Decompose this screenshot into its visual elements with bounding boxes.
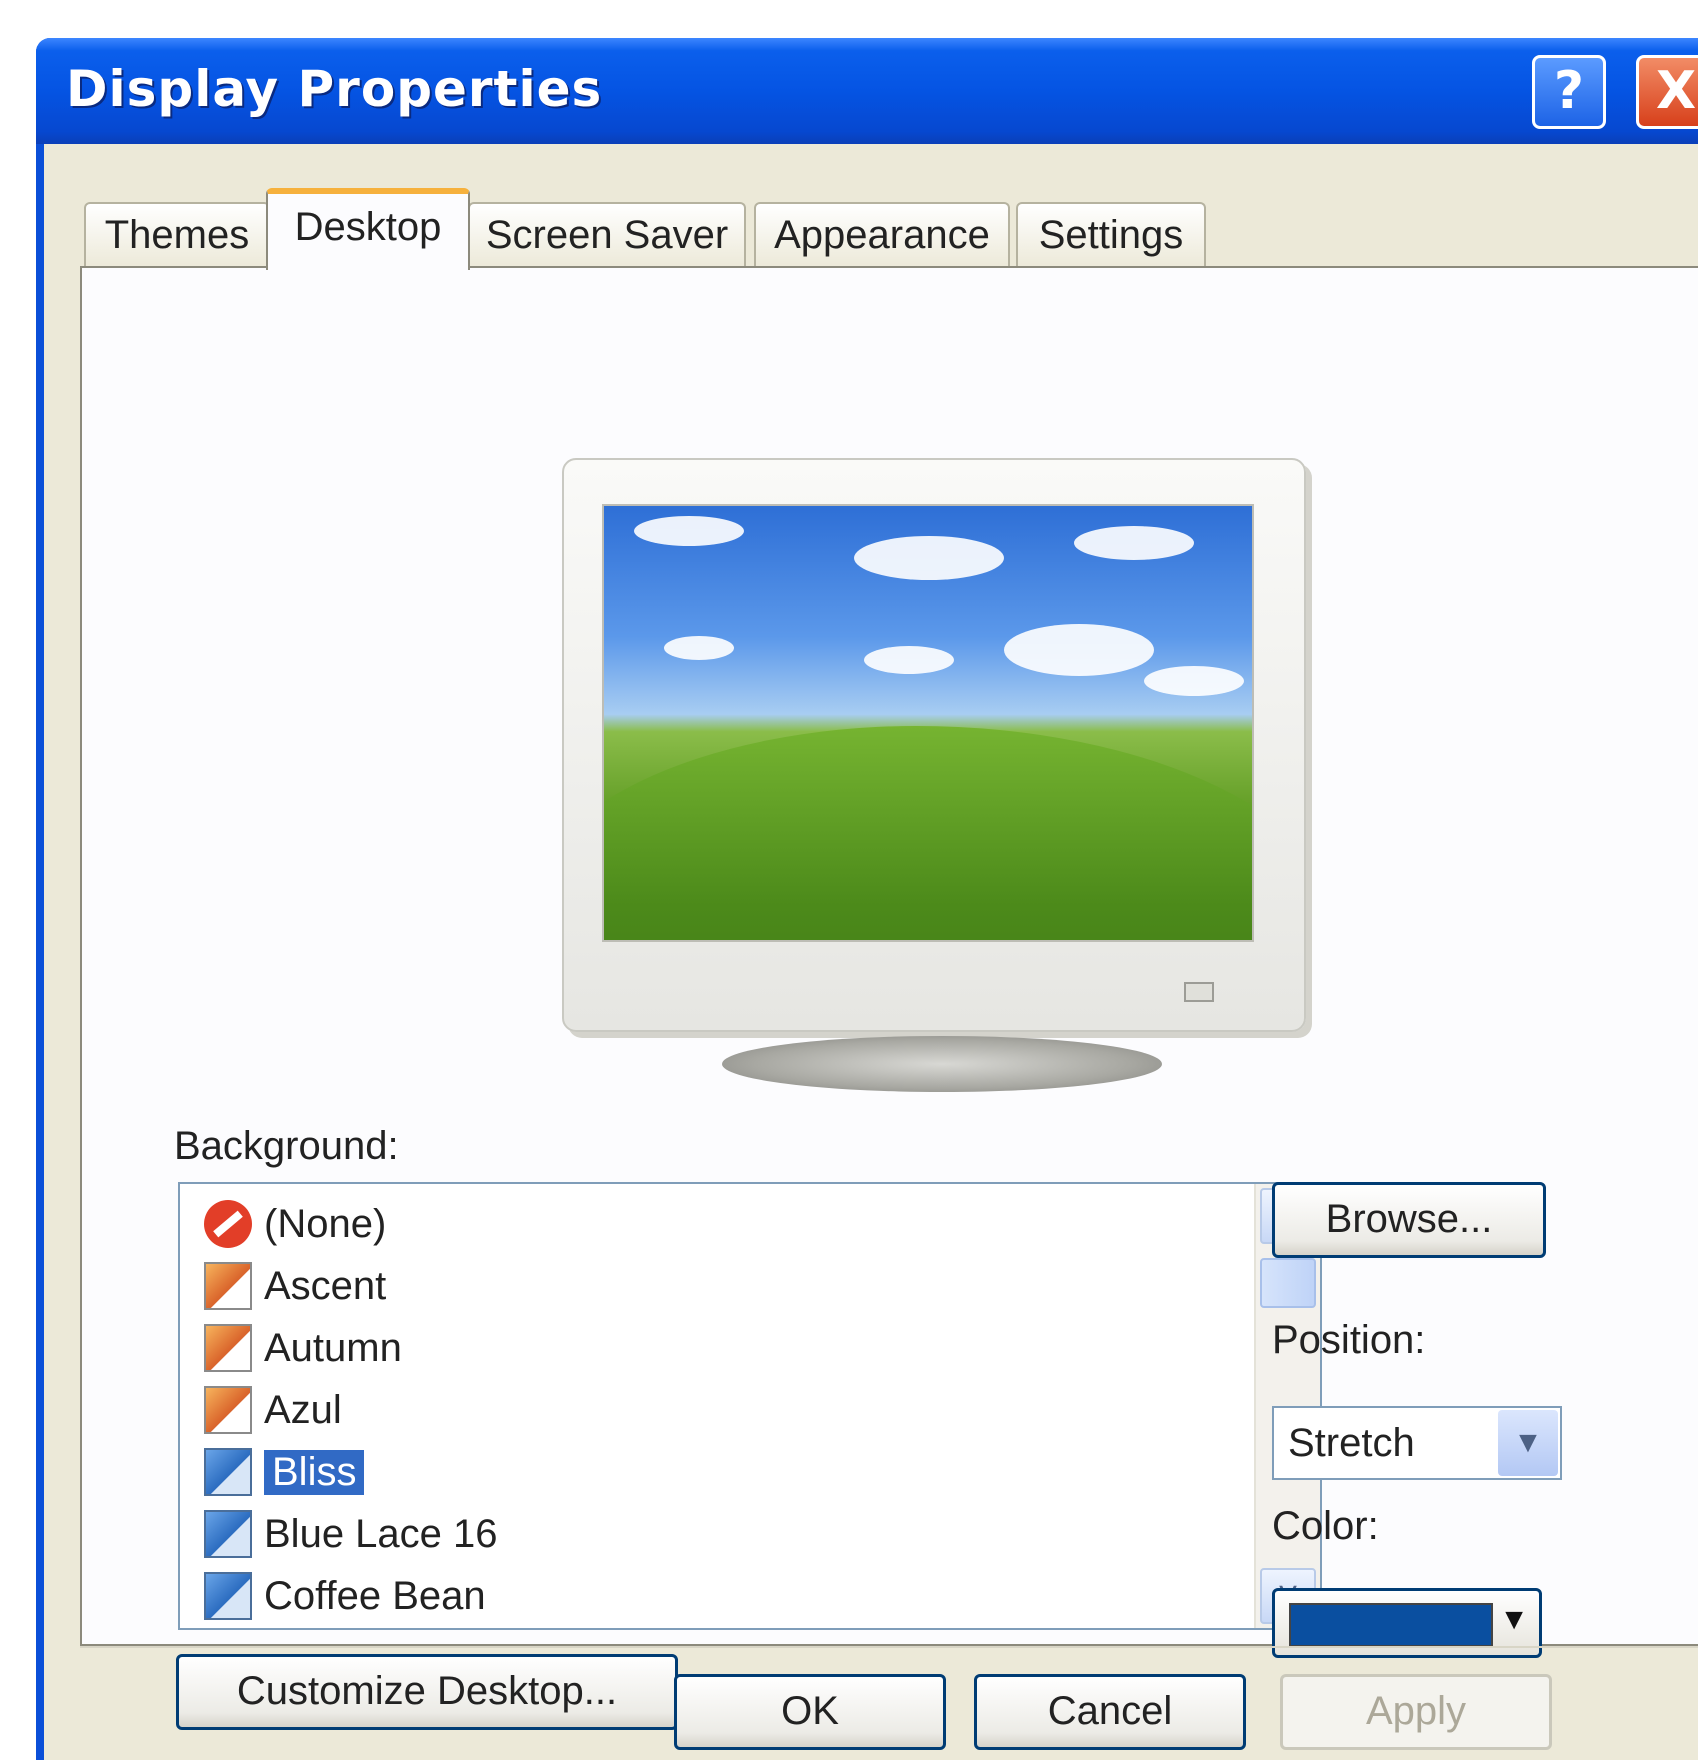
- scroll-thumb[interactable]: [1260, 1258, 1316, 1308]
- jpeg-image-icon: [204, 1324, 252, 1372]
- display-properties-window: Display Properties ? X Themes Desktop Sc…: [36, 38, 1698, 1760]
- jpeg-image-icon: [204, 1262, 252, 1310]
- color-swatch: [1289, 1603, 1493, 1647]
- bitmap-image-icon: [204, 1510, 252, 1558]
- customize-desktop-button[interactable]: Customize Desktop...: [176, 1654, 678, 1730]
- list-item-azul[interactable]: Azul: [204, 1380, 342, 1440]
- tab-desktop[interactable]: Desktop: [266, 188, 470, 270]
- list-item-ascent[interactable]: Ascent: [204, 1256, 386, 1316]
- cancel-button[interactable]: Cancel: [974, 1674, 1246, 1750]
- color-label: Color:: [1272, 1504, 1379, 1548]
- ok-button[interactable]: OK: [674, 1674, 946, 1750]
- list-item-none[interactable]: (None): [204, 1194, 386, 1254]
- title-bar[interactable]: Display Properties ? X: [36, 38, 1698, 144]
- footer-separator: [80, 1646, 1698, 1648]
- tab-settings[interactable]: Settings: [1016, 202, 1206, 268]
- no-wallpaper-icon: [204, 1200, 252, 1248]
- background-label: Background:: [174, 1124, 399, 1168]
- list-item-blue-lace-16[interactable]: Blue Lace 16: [204, 1504, 498, 1564]
- position-label: Position:: [1272, 1318, 1426, 1362]
- position-value: Stretch: [1288, 1421, 1415, 1465]
- bitmap-image-icon: [204, 1572, 252, 1620]
- position-select[interactable]: Stretch ▼: [1272, 1406, 1562, 1480]
- tab-themes[interactable]: Themes: [84, 202, 270, 268]
- list-item-bliss[interactable]: Bliss: [204, 1442, 365, 1502]
- list-item-coffee-bean[interactable]: Coffee Bean: [204, 1566, 486, 1626]
- wallpaper-preview: [602, 504, 1254, 942]
- green-hill: [604, 726, 1252, 940]
- tab-appearance[interactable]: Appearance: [754, 202, 1010, 268]
- monitor-stand: [722, 1036, 1162, 1092]
- help-button[interactable]: ?: [1532, 55, 1606, 129]
- chevron-down-icon[interactable]: ▼: [1498, 1410, 1558, 1476]
- dialog-client-area: Themes Desktop Screen Saver Appearance S…: [44, 144, 1698, 1760]
- jpeg-image-icon: [204, 1386, 252, 1434]
- close-button[interactable]: X: [1636, 55, 1698, 129]
- monitor-preview: [562, 458, 1306, 1032]
- desktop-tab-panel: Background: (None) Ascent Autumn Azul Bl…: [80, 266, 1698, 1730]
- dropdown-arrow-icon: ▼: [1499, 1603, 1529, 1636]
- browse-button[interactable]: Browse...: [1272, 1182, 1546, 1258]
- apply-button[interactable]: Apply: [1280, 1674, 1552, 1750]
- background-listbox[interactable]: (None) Ascent Autumn Azul Bliss Blue Lac…: [178, 1182, 1322, 1630]
- list-item-autumn[interactable]: Autumn: [204, 1318, 402, 1378]
- window-title: Display Properties: [66, 60, 603, 118]
- tab-screen-saver[interactable]: Screen Saver: [468, 202, 746, 268]
- monitor-power-light: [1184, 982, 1214, 1002]
- bitmap-image-icon: [204, 1448, 252, 1496]
